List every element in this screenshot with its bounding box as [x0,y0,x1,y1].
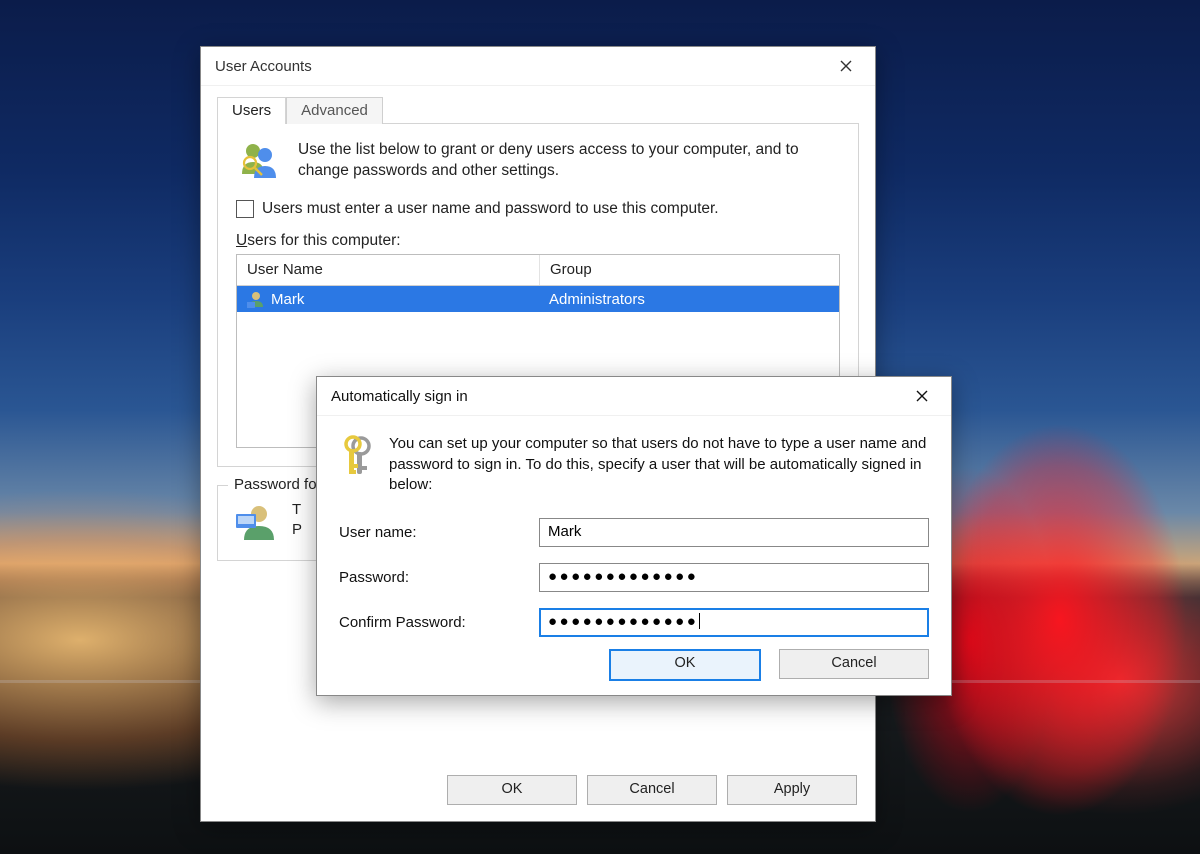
confirm-password-label: Confirm Password: [339,614,519,631]
ok-button[interactable]: OK [609,649,761,681]
current-user-icon [234,500,278,544]
username-label: User name: [339,524,519,541]
close-button[interactable] [899,381,945,411]
user-accounts-title: User Accounts [215,58,312,75]
apply-button[interactable]: Apply [727,775,857,805]
must-enter-password-label: Users must enter a user name and passwor… [262,200,719,218]
password-label: Password: [339,569,519,586]
close-icon [840,60,852,72]
user-row-icon [247,290,265,308]
password-line-2: P [292,520,302,540]
close-button[interactable] [823,51,869,81]
must-enter-password-checkbox[interactable] [236,200,254,218]
username-input[interactable]: Mark [539,518,929,547]
confirm-password-input[interactable]: ●●●●●●●●●●●●● [539,608,929,637]
table-row[interactable]: Mark Administrators [237,286,839,312]
text-caret [699,613,700,629]
table-header: User Name Group [237,255,839,286]
auto-signin-title: Automatically sign in [331,388,468,405]
close-icon [916,390,928,402]
keys-icon [339,434,375,482]
column-group[interactable]: Group [540,255,839,285]
auto-signin-intro: You can set up your computer so that use… [389,434,929,496]
cancel-button[interactable]: Cancel [587,775,717,805]
ok-button[interactable]: OK [447,775,577,805]
cell-user-name: Mark [271,291,304,308]
tab-users[interactable]: Users [217,97,286,124]
column-user-name[interactable]: User Name [237,255,540,285]
user-accounts-tabstrip: Users Advanced [217,96,875,123]
cell-group: Administrators [539,291,839,308]
auto-signin-dialog: Automatically sign in You can set up you… [316,376,952,696]
cancel-button[interactable]: Cancel [779,649,929,679]
user-accounts-intro: Use the list below to grant or deny user… [298,140,840,182]
password-line-1: T [292,500,302,520]
users-for-this-computer-label: Users for this computer: [236,232,840,250]
tab-advanced[interactable]: Advanced [286,97,383,124]
password-fieldset-legend: Password fo [228,476,323,493]
password-input[interactable]: ●●●●●●●●●●●●● [539,563,929,592]
users-icon [236,138,280,182]
